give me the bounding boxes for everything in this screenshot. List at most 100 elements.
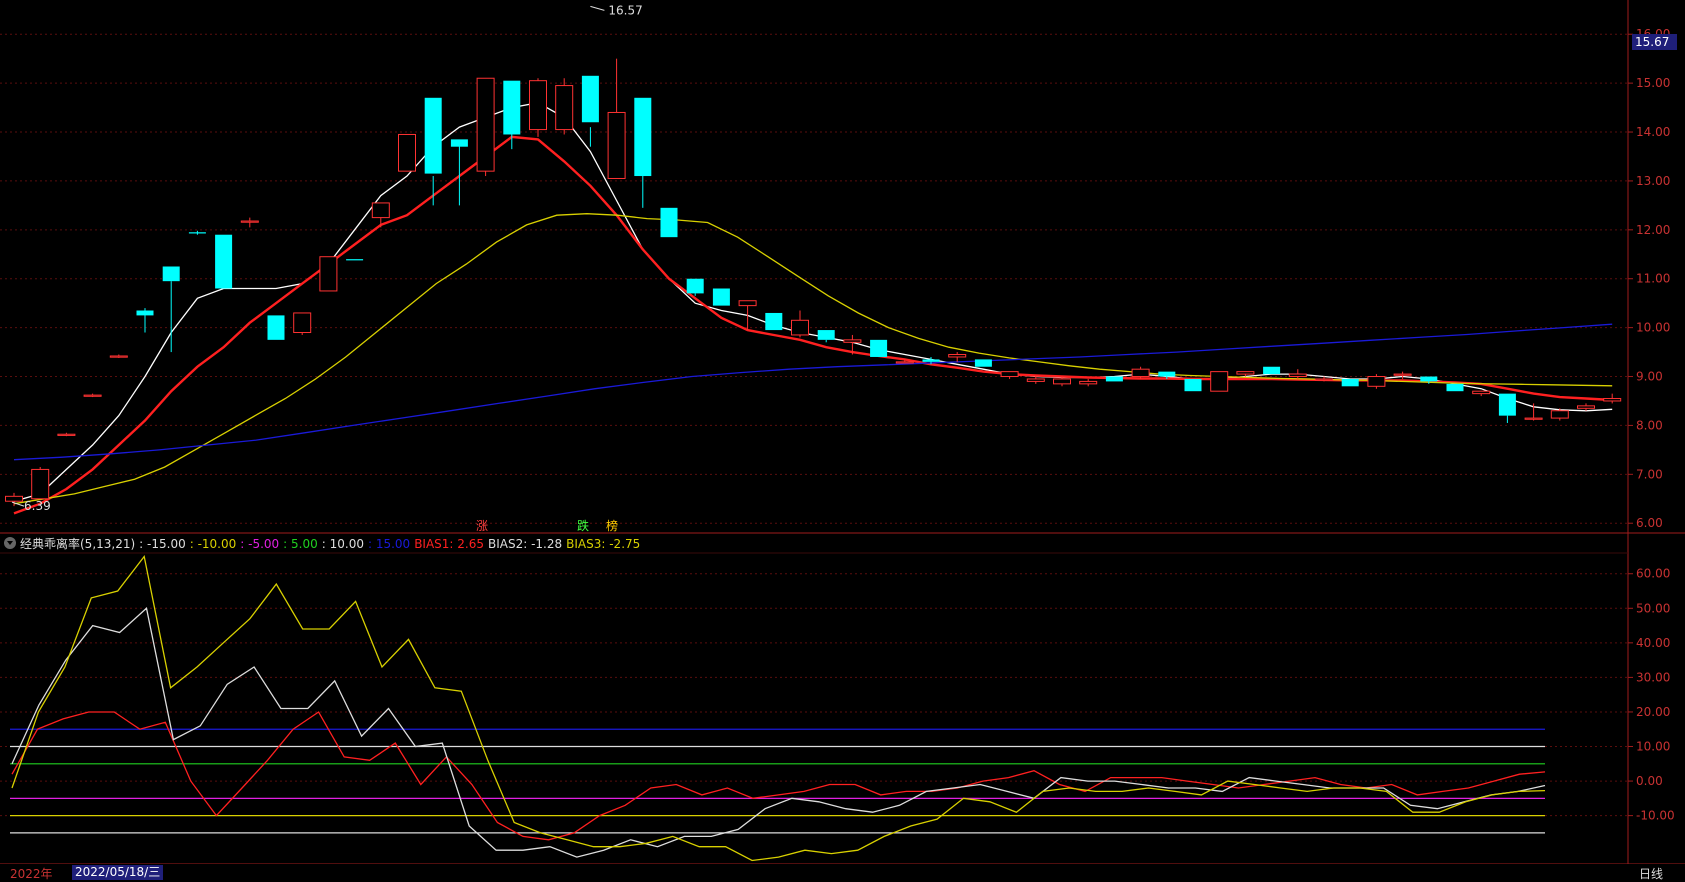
candle-body — [1184, 378, 1202, 392]
candle-body — [1000, 371, 1019, 378]
candle-body — [57, 433, 76, 436]
candle-body — [1550, 410, 1569, 419]
low-label: 6.39 — [24, 499, 51, 513]
ma-line-2 — [13, 135, 1613, 515]
legend-item: : 5.00 — [283, 536, 318, 551]
bias-tick-label: 0.00 — [1636, 774, 1663, 788]
legend-item: BIAS2: -1.28 — [488, 536, 563, 551]
candle-body — [1315, 378, 1333, 381]
candle-body — [1236, 371, 1255, 375]
period-label[interactable]: 日线 — [1639, 865, 1663, 882]
candle-body — [476, 77, 495, 172]
bias-tick-label: 20.00 — [1636, 705, 1670, 719]
candle-body — [1263, 366, 1281, 375]
legend-item: 经典乖离率(5,13,21) — [20, 536, 136, 551]
candle-body — [109, 355, 128, 358]
candle-body — [895, 361, 914, 364]
candle-body — [870, 339, 888, 357]
legend-item: : -5.00 — [240, 536, 280, 551]
candle-body — [660, 207, 678, 238]
price-tick-label: 13.00 — [1636, 174, 1670, 188]
candle-body — [1210, 371, 1229, 392]
price-tick-label: 10.00 — [1636, 321, 1670, 335]
bias-line-2 — [11, 607, 1546, 858]
high-label: 16.57 — [608, 3, 642, 17]
candle-body — [555, 85, 574, 131]
candle-body — [346, 259, 364, 261]
legend-item: : 10.00 — [321, 536, 364, 551]
candle-body — [267, 315, 285, 340]
candle-body — [581, 75, 599, 123]
price-tick-label: 15.00 — [1636, 76, 1670, 90]
candle-body — [1367, 376, 1386, 387]
candle-body — [1079, 380, 1098, 385]
bias-line-3 — [11, 554, 1546, 862]
candle-body — [1420, 376, 1438, 382]
indicator-legend: 经典乖离率(5,13,21): -15.00: -10.00: -5.00: 5… — [0, 533, 648, 553]
bias-line-1 — [11, 711, 1546, 841]
candle-body — [607, 111, 626, 179]
legend-item: BIAS1: 2.65 — [414, 536, 484, 551]
candle-body — [31, 468, 50, 500]
bias-tick-label: 10.00 — [1636, 740, 1670, 754]
price-tick-label: 12.00 — [1636, 223, 1670, 237]
legend-item: : -10.00 — [189, 536, 237, 551]
bias-tick-label: 60.00 — [1636, 567, 1670, 581]
candle-body — [1341, 378, 1359, 387]
ma-line-3 — [13, 213, 1613, 505]
candle-body — [424, 97, 442, 174]
candle-body — [1498, 393, 1516, 416]
candle-body — [1288, 373, 1307, 378]
candle-body — [765, 312, 783, 331]
candle-body — [319, 256, 338, 292]
price-tick-label: 14.00 — [1636, 125, 1670, 139]
bias-tick-label: 30.00 — [1636, 670, 1670, 684]
candle-body — [738, 300, 757, 307]
bias-tick-label: 40.00 — [1636, 636, 1670, 650]
event-marker: 榜 — [606, 518, 618, 533]
price-tick-label: 7.00 — [1636, 467, 1663, 481]
bias-tick-label: -10.00 — [1636, 809, 1675, 823]
ma-line-1 — [13, 102, 1613, 502]
candle-body — [843, 339, 862, 343]
candle-body — [136, 310, 154, 316]
price-tick-label: 9.00 — [1636, 370, 1663, 384]
candle-body — [398, 133, 416, 172]
candle-body — [712, 288, 730, 306]
collapse-icon[interactable] — [4, 537, 16, 549]
candle-body — [1393, 373, 1412, 376]
legend-item: : 15.00 — [367, 536, 411, 551]
price-tick-label: 11.00 — [1636, 272, 1670, 286]
candle-body — [1603, 398, 1622, 402]
legend-item: BIAS3: -2.75 — [566, 536, 641, 551]
price-tick-label: 8.00 — [1636, 418, 1663, 432]
time-axis-bar: 2022年 2022/05/18/三 日线 — [0, 864, 1685, 882]
candle-body — [634, 97, 652, 177]
candle-body — [817, 330, 835, 340]
candle-body — [1026, 378, 1045, 382]
candle-body — [1524, 417, 1543, 420]
candle-body — [1446, 383, 1464, 392]
candle-body — [188, 232, 206, 234]
candle-body — [1158, 371, 1176, 377]
candle-body — [240, 220, 259, 223]
candle-body — [83, 394, 102, 397]
year-label: 2022年 — [10, 867, 53, 881]
candle-body — [1472, 390, 1491, 395]
candle-body — [686, 278, 704, 294]
legend-item: : -15.00 — [139, 536, 186, 551]
cursor-date: 2022/05/18/三 — [72, 865, 164, 880]
candle-body — [922, 359, 940, 362]
candle-body — [162, 266, 180, 282]
candle-body — [503, 80, 521, 135]
kline-chart[interactable]: 6.00 7.00 8.00 9.00 10.00 11.00 12.00 13.00 14.0… — [0, 0, 1685, 882]
candle-body — [791, 319, 809, 336]
high-pointer — [590, 5, 605, 11]
candle-body — [5, 495, 23, 502]
candle-body — [1105, 376, 1123, 382]
bias-tick-label: 50.00 — [1636, 601, 1670, 615]
candle-body — [948, 354, 967, 358]
current-price-badge: 15.67 — [1632, 34, 1677, 50]
candle-body — [1131, 368, 1150, 378]
candle-body — [215, 234, 233, 289]
